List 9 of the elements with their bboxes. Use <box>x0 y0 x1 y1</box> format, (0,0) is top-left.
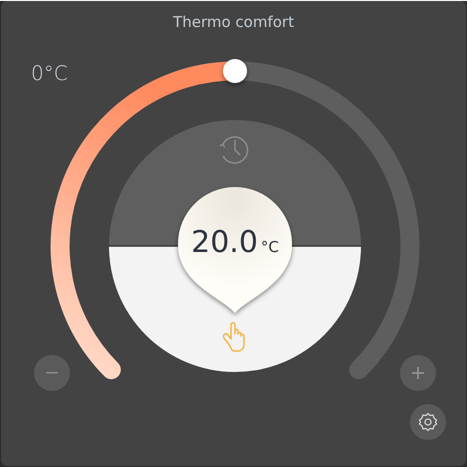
setpoint-unit: °C <box>260 238 279 256</box>
dial-thumb[interactable] <box>223 59 247 83</box>
setpoint-value: 20.0 <box>191 225 258 260</box>
settings-button[interactable] <box>410 404 446 440</box>
minimum-temperature-label: 0°C <box>31 61 68 85</box>
widget-title: Thermo comfort <box>172 13 295 31</box>
settings-icon <box>418 412 438 432</box>
plus-icon <box>412 367 424 379</box>
minus-icon <box>46 372 58 374</box>
